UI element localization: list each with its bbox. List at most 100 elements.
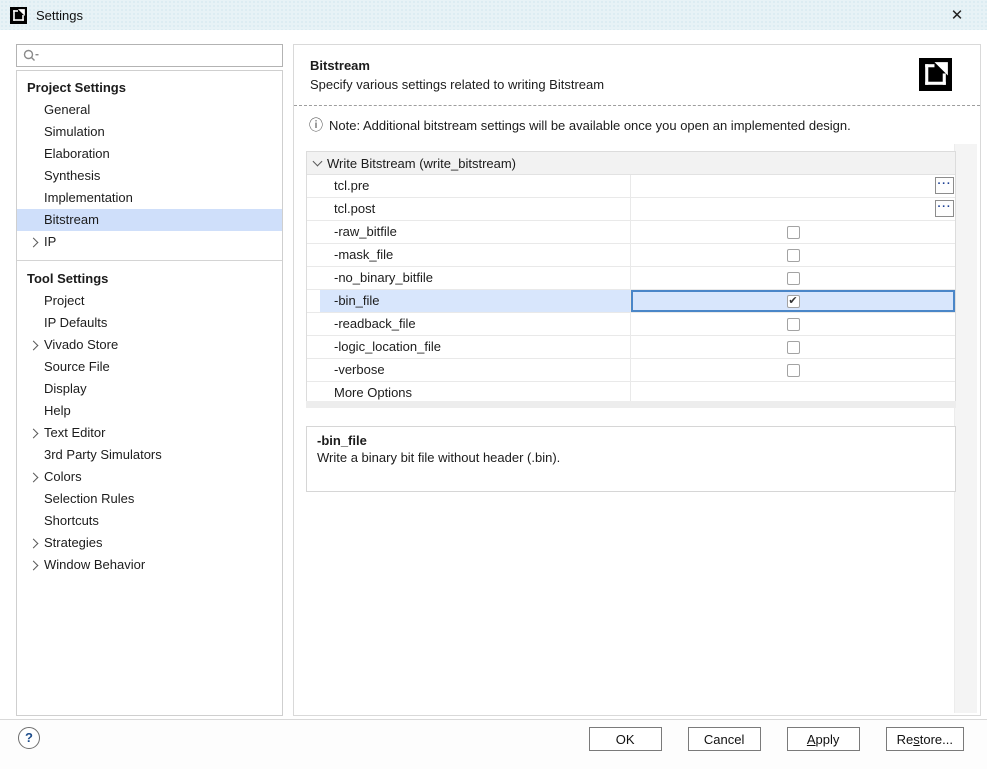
sidebar-item-ip[interactable]: IP xyxy=(17,231,282,253)
chevron-right-icon xyxy=(29,341,39,351)
table-section-header[interactable]: Write Bitstream (write_bitstream) xyxy=(307,152,955,175)
checkbox[interactable] xyxy=(787,364,800,377)
option-value-cell[interactable] xyxy=(631,244,955,266)
option-value-cell[interactable] xyxy=(631,313,955,335)
option-row-logic-location-file[interactable]: -logic_location_file xyxy=(307,336,955,359)
window-title: Settings xyxy=(36,8,83,23)
sidebar-item-text-editor[interactable]: Text Editor xyxy=(17,422,282,444)
chevron-right-icon xyxy=(29,561,39,571)
vertical-scrollbar[interactable] xyxy=(954,144,977,713)
option-name: -no_binary_bitfile xyxy=(307,267,631,289)
checkbox-checked[interactable]: ✔ xyxy=(787,295,800,308)
chevron-right-icon xyxy=(29,473,39,483)
info-icon: ⓘ xyxy=(309,118,323,132)
option-row-verbose[interactable]: -verbose xyxy=(307,359,955,382)
option-value-cell[interactable] xyxy=(631,267,955,289)
search-input[interactable] xyxy=(39,46,277,66)
option-value-cell[interactable] xyxy=(631,336,955,358)
sidebar-item-simulation[interactable]: Simulation xyxy=(17,121,282,143)
note-banner: ⓘ Note: Additional bitstream settings wi… xyxy=(309,114,940,136)
sidebar-item-vivado-store[interactable]: Vivado Store xyxy=(17,334,282,356)
checkbox[interactable] xyxy=(787,249,800,262)
sidebar-item-label: Colors xyxy=(44,469,82,484)
sidebar-item-project[interactable]: Project xyxy=(17,290,282,312)
sidebar-item-ip-defaults[interactable]: IP Defaults xyxy=(17,312,282,334)
settings-search-box[interactable] xyxy=(16,44,283,67)
sidebar-item-label: General xyxy=(44,102,90,117)
option-name: tcl.pre xyxy=(307,175,631,197)
sidebar-item-implementation[interactable]: Implementation xyxy=(17,187,282,209)
chevron-right-icon xyxy=(29,429,39,439)
option-value-cell[interactable]: ··· xyxy=(631,175,955,197)
sidebar-item-general[interactable]: General xyxy=(17,99,282,121)
restore-button[interactable]: Restore... xyxy=(886,727,964,751)
option-row-tcl-post[interactable]: tcl.post··· xyxy=(307,198,955,221)
sidebar-item-strategies[interactable]: Strategies xyxy=(17,532,282,554)
bitstream-settings-panel: Bitstream Specify various settings relat… xyxy=(293,44,981,716)
horizontal-scrollbar[interactable] xyxy=(306,401,956,408)
sidebar-item-label: Text Editor xyxy=(44,425,105,440)
page-subtitle: Specify various settings related to writ… xyxy=(310,77,964,92)
xilinx-logo-icon xyxy=(10,7,27,24)
chevron-right-icon xyxy=(29,238,39,248)
sidebar-item-window-behavior[interactable]: Window Behavior xyxy=(17,554,282,576)
sidebar-item-label: Shortcuts xyxy=(44,513,99,528)
tree-section-tool-settings: Tool Settings xyxy=(17,268,282,290)
option-row-raw-bitfile[interactable]: -raw_bitfile xyxy=(307,221,955,244)
browse-ellipsis-button[interactable]: ··· xyxy=(935,200,954,217)
sidebar-item-label: Help xyxy=(44,403,71,418)
option-value-cell[interactable]: ✔ xyxy=(631,290,955,312)
sidebar-item-shortcuts[interactable]: Shortcuts xyxy=(17,510,282,532)
sidebar-item-label: 3rd Party Simulators xyxy=(44,447,162,462)
sidebar-item-selection-rules[interactable]: Selection Rules xyxy=(17,488,282,510)
check-icon: ✔ xyxy=(788,294,797,307)
option-value-cell[interactable]: ··· xyxy=(631,198,955,220)
tree-section-project-settings: Project Settings xyxy=(17,77,282,99)
option-name: -verbose xyxy=(307,359,631,381)
browse-ellipsis-button[interactable]: ··· xyxy=(935,177,954,194)
checkbox[interactable] xyxy=(787,226,800,239)
option-row-readback-file[interactable]: -readback_file xyxy=(307,313,955,336)
description-title: -bin_file xyxy=(317,433,945,448)
sidebar-item-elaboration[interactable]: Elaboration xyxy=(17,143,282,165)
sidebar-item-label: Window Behavior xyxy=(44,557,145,572)
sidebar-item-bitstream[interactable]: Bitstream xyxy=(17,209,282,231)
close-icon[interactable]: ✕ xyxy=(945,3,969,27)
sidebar-item-label: Elaboration xyxy=(44,146,110,161)
option-row-mask-file[interactable]: -mask_file xyxy=(307,244,955,267)
sidebar-item-synthesis[interactable]: Synthesis xyxy=(17,165,282,187)
option-description-box: -bin_file Write a binary bit file withou… xyxy=(306,426,956,492)
option-row-no-binary-bitfile[interactable]: -no_binary_bitfile xyxy=(307,267,955,290)
sidebar-item-3rd-party-simulators[interactable]: 3rd Party Simulators xyxy=(17,444,282,466)
option-row-tcl-pre[interactable]: tcl.pre ··· xyxy=(307,175,955,198)
options-table: Write Bitstream (write_bitstream) tcl.pr… xyxy=(306,151,956,405)
sidebar-item-source-file[interactable]: Source File xyxy=(17,356,282,378)
help-button[interactable]: ? xyxy=(18,727,40,749)
sidebar-item-label: Strategies xyxy=(44,535,103,550)
sidebar-item-label: Synthesis xyxy=(44,168,100,183)
table-section-label: Write Bitstream (write_bitstream) xyxy=(327,156,516,171)
option-value-cell[interactable] xyxy=(631,359,955,381)
checkbox[interactable] xyxy=(787,318,800,331)
option-name: -readback_file xyxy=(307,313,631,335)
description-text: Write a binary bit file without header (… xyxy=(317,450,945,465)
apply-button[interactable]: Apply xyxy=(787,727,860,751)
sidebar-item-display[interactable]: Display xyxy=(17,378,282,400)
checkbox[interactable] xyxy=(787,341,800,354)
cancel-button[interactable]: Cancel xyxy=(688,727,761,751)
sidebar-item-label: Display xyxy=(44,381,87,396)
sidebar-item-colors[interactable]: Colors xyxy=(17,466,282,488)
sidebar-item-label: Source File xyxy=(44,359,110,374)
option-name: -bin_file xyxy=(307,290,631,312)
xilinx-logo-icon xyxy=(919,58,952,91)
sidebar-item-label: Selection Rules xyxy=(44,491,134,506)
ok-button[interactable]: OK xyxy=(589,727,662,751)
checkbox[interactable] xyxy=(787,272,800,285)
option-row-bin-file[interactable]: -bin_file ✔ xyxy=(307,290,955,313)
sidebar-item-label: Simulation xyxy=(44,124,105,139)
page-title: Bitstream xyxy=(310,58,964,73)
option-value-cell[interactable] xyxy=(631,221,955,243)
footer-buttons: OK Cancel Apply Restore... xyxy=(589,727,964,751)
sidebar-item-help[interactable]: Help xyxy=(17,400,282,422)
chevron-down-icon xyxy=(313,157,323,167)
